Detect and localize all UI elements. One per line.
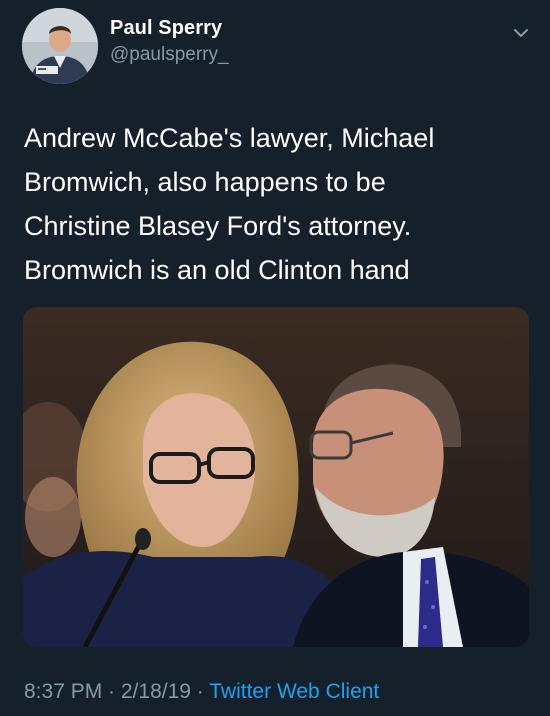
user-handle[interactable]: @paulsperry_ xyxy=(110,44,229,66)
photo-image xyxy=(23,307,529,647)
tweet-text-line: Bromwich, also happens to be xyxy=(24,167,386,197)
tweet-text-line: Bromwich is an old Clinton hand xyxy=(24,255,410,285)
tweet-footer: 8:37 PM · 2/18/19 · Twitter Web Client xyxy=(24,680,379,704)
separator: · xyxy=(190,680,210,703)
tweet-text: Andrew McCabe's lawyer, Michael Bromwich… xyxy=(24,116,524,292)
display-name[interactable]: Paul Sperry xyxy=(110,17,222,40)
tweet-time[interactable]: 8:37 PM xyxy=(24,680,102,703)
tweet-card: Paul Sperry @paulsperry_ Andrew McCabe's… xyxy=(0,0,550,716)
tweet-source-link[interactable]: Twitter Web Client xyxy=(209,680,379,703)
person-avatar-icon xyxy=(22,8,98,84)
chevron-down-icon[interactable] xyxy=(510,22,532,44)
avatar[interactable] xyxy=(22,8,98,84)
tweet-text-line: Andrew McCabe's lawyer, Michael xyxy=(24,123,435,153)
tweet-text-line: Christine Blasey Ford's attorney. xyxy=(24,211,412,241)
separator: · xyxy=(102,680,121,703)
tweet-date[interactable]: 2/18/19 xyxy=(121,680,191,703)
tweet-photo[interactable] xyxy=(23,307,529,647)
